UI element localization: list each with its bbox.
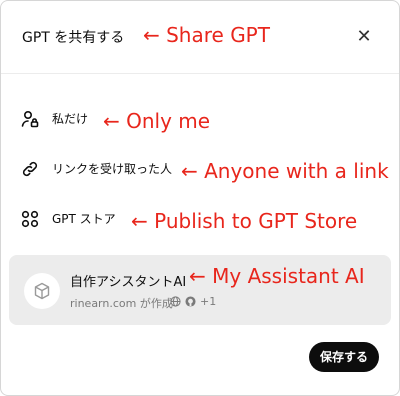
gpt-avatar <box>24 273 60 309</box>
cube-icon <box>34 282 50 300</box>
person-lock-icon <box>20 109 40 129</box>
close-icon[interactable]: ✕ <box>354 27 374 47</box>
option-gpt-store[interactable]: GPT ストア ← Publish to GPT Store <box>1 199 399 239</box>
option-only-me-label: 私だけ <box>52 112 89 126</box>
annotation-link: ← Anyone with a link <box>181 159 389 183</box>
option-link-label: リンクを受け取った人 <box>52 162 173 176</box>
github-icon <box>185 295 196 307</box>
annotation-only-me: ← Only me <box>103 109 211 133</box>
annotation-assistant: ← My Assistant AI <box>189 264 365 288</box>
globe-icon <box>170 295 181 307</box>
dialog-header: GPT を共有する ← Share GPT ✕ <box>1 1 399 74</box>
save-button[interactable]: 保存する <box>309 342 379 372</box>
gpt-name: 自作アシスタントAI <box>70 275 187 290</box>
option-gpt-store-label: GPT ストア <box>52 212 116 226</box>
annotation-share-gpt: ← Share GPT <box>143 23 270 47</box>
gpt-author: rinearn.com が作成 <box>70 297 173 310</box>
dialog-title: GPT を共有する <box>22 30 125 46</box>
gpt-extra-count: +1 <box>200 294 217 308</box>
grid-icon <box>20 209 40 229</box>
gpt-card: 自作アシスタントAI ← My Assistant AI rinearn.com… <box>9 255 391 325</box>
option-link[interactable]: リンクを受け取った人 ← Anyone with a link <box>1 149 399 189</box>
annotation-gpt-store: ← Publish to GPT Store <box>131 209 358 233</box>
link-icon <box>20 159 40 179</box>
gpt-meta-icons: +1 <box>170 294 216 308</box>
share-gpt-dialog: GPT を共有する ← Share GPT ✕ 私だけ ← Only me リン… <box>0 0 400 396</box>
option-only-me[interactable]: 私だけ ← Only me <box>1 99 399 139</box>
